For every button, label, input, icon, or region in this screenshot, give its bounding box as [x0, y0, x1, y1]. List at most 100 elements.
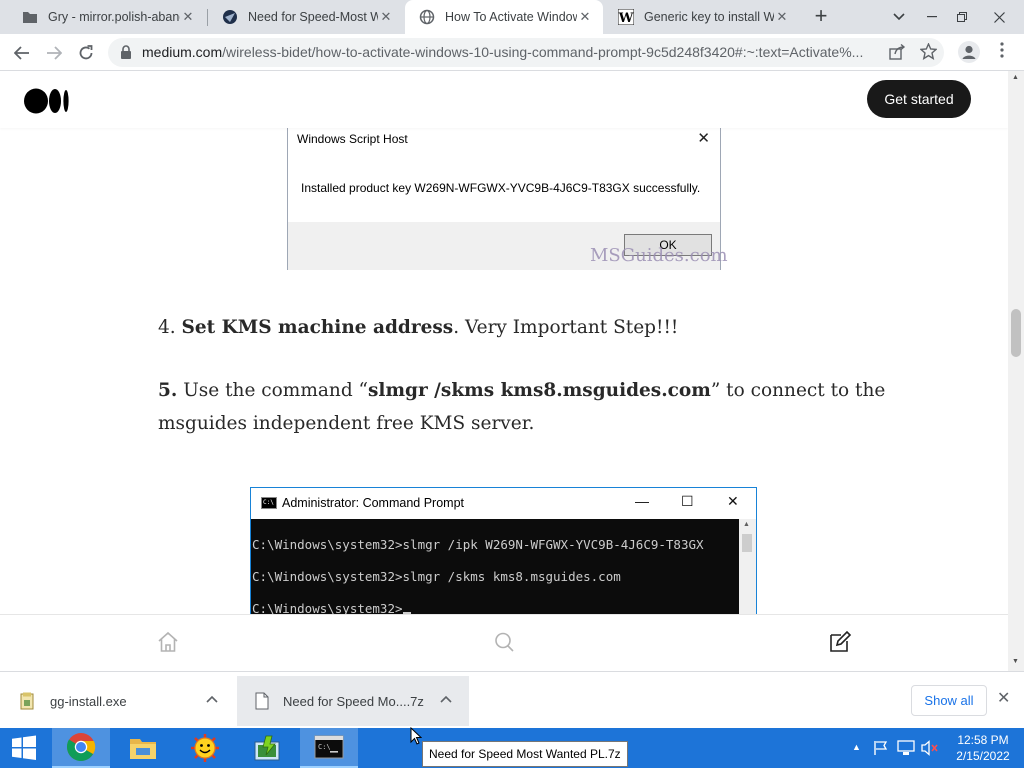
tab-label: How To Activate Window — [445, 10, 577, 24]
download-item-gg-install[interactable]: gg-install.exe — [0, 676, 234, 726]
volume-muted-icon[interactable] — [921, 740, 939, 759]
step-5-command: slmgr /skms kms8.msguides.com — [368, 380, 711, 401]
clock-date: 2/15/2022 — [956, 749, 1010, 763]
taskbar-tooltip: Need for Speed Most Wanted PL.7z — [422, 741, 628, 767]
svg-text:W: W — [618, 11, 634, 25]
download-item-need-for-speed[interactable]: Need for Speed Mo....7z — [237, 676, 469, 726]
cmd-title-text: Administrator: Command Prompt — [282, 496, 465, 510]
cmd-app-icon: C:\ — [261, 497, 277, 509]
dialog-message: Installed product key W269N-WFGWX-YVC9B-… — [301, 181, 701, 195]
url-text[interactable]: medium.com/wireless-bidet/how-to-activat… — [142, 44, 882, 60]
lock-icon[interactable] — [120, 45, 132, 59]
tab-search-chevron-icon[interactable] — [886, 0, 912, 34]
medium-header: Get started — [0, 71, 1008, 128]
tab-close-icon[interactable]: ✕ — [378, 9, 394, 25]
page-scrollbar[interactable]: ▲ ▼ — [1008, 71, 1024, 671]
bookmark-star-icon[interactable] — [919, 42, 938, 65]
cmd-scroll-thumb — [742, 534, 752, 552]
installer-icon — [254, 735, 280, 761]
cmd-maximize-icon: ☐ — [681, 493, 694, 509]
search-icon[interactable] — [492, 630, 516, 654]
svg-text:C:\: C:\ — [318, 743, 331, 751]
taskbar-chrome[interactable] — [52, 728, 110, 768]
tab-label: Gry - mirror.polish-aband — [48, 10, 180, 24]
tray-overflow-chevron-icon[interactable]: ▲ — [852, 742, 861, 752]
web-page: Get started Windows Script Host ✕ Instal… — [0, 71, 1008, 671]
step-4-number: 4. — [158, 317, 182, 338]
download-options-chevron-icon[interactable] — [206, 692, 218, 706]
cmd-minimize-icon: — — [635, 493, 649, 509]
command-prompt-icon: C:\ — [314, 735, 344, 759]
clock-time: 12:58 PM — [957, 733, 1009, 747]
tab-gry-mirror[interactable]: Gry - mirror.polish-aband ✕ — [8, 0, 206, 34]
smiley-sun-icon — [191, 734, 219, 762]
reload-icon[interactable] — [73, 40, 99, 66]
scroll-down-icon[interactable]: ▼ — [1012, 658, 1019, 665]
dialog-footer: OK MSGuides.com — [288, 222, 728, 270]
step-4-paragraph: 4. Set KMS machine address. Very Importa… — [158, 311, 678, 344]
tab-close-icon[interactable]: ✕ — [180, 9, 196, 25]
dialog-close-icon: ✕ — [697, 130, 710, 147]
forward-arrow-icon[interactable] — [41, 40, 67, 66]
globe-icon — [419, 9, 435, 25]
minimize-icon[interactable] — [916, 0, 948, 34]
cmd-scroll-up-icon: ▲ — [743, 521, 750, 528]
tab-close-icon[interactable]: ✕ — [577, 9, 593, 25]
url-path: /wireless-bidet/how-to-activate-windows-… — [222, 44, 864, 60]
screen: Gry - mirror.polish-aband ✕ Need for Spe… — [0, 0, 1024, 768]
download-options-chevron-icon[interactable] — [440, 692, 452, 706]
step-4-bold: Set KMS machine address — [181, 317, 454, 338]
restore-icon[interactable] — [948, 0, 976, 34]
mouse-cursor-icon — [410, 727, 422, 745]
msguides-watermark: MSGuides.com — [590, 245, 728, 266]
taskbar-command-prompt[interactable]: C:\ — [300, 728, 358, 768]
folder-icon — [22, 9, 38, 25]
tab-strip: Gry - mirror.polish-aband ✕ Need for Spe… — [0, 0, 1024, 34]
dialog-title: Windows Script Host — [297, 132, 408, 146]
action-center-flag-icon[interactable] — [873, 740, 889, 759]
taskbar-installer[interactable] — [238, 728, 296, 768]
file-icon — [255, 692, 269, 710]
chrome-menu-icon[interactable] — [996, 42, 1008, 62]
cmd-close-icon: ✕ — [727, 493, 739, 509]
browser-toolbar: medium.com/wireless-bidet/how-to-activat… — [0, 34, 1024, 71]
get-started-button[interactable]: Get started — [867, 80, 971, 118]
tab-label: Need for Speed-Most Wa — [248, 10, 378, 24]
profile-avatar-icon[interactable] — [958, 41, 980, 68]
cmd-titlebar: C:\ Administrator: Command Prompt — ☐ ✕ — [251, 488, 756, 519]
step-4-rest: . Very Important Step!!! — [453, 317, 679, 338]
window-close-icon[interactable] — [976, 0, 1022, 34]
new-tab-button[interactable]: + — [808, 5, 834, 29]
share-icon[interactable] — [889, 43, 906, 65]
taskbar-file-explorer[interactable] — [114, 728, 172, 768]
scroll-thumb[interactable] — [1011, 309, 1021, 357]
tab-need-for-speed[interactable]: Need for Speed-Most Wa ✕ — [208, 0, 404, 34]
back-arrow-icon[interactable] — [9, 40, 35, 66]
scroll-up-icon[interactable]: ▲ — [1012, 74, 1019, 81]
medium-logo-icon[interactable] — [24, 88, 70, 114]
chrome-icon — [66, 733, 96, 761]
taskbar-smiley-app[interactable] — [176, 728, 234, 768]
tab-how-to-activate[interactable]: How To Activate Window ✕ — [405, 0, 603, 34]
taskbar-clock[interactable]: 12:58 PM 2/15/2022 — [948, 732, 1018, 764]
home-icon[interactable] — [156, 630, 180, 654]
step-5-line-2: msguides independent free KMS server. — [158, 413, 535, 434]
step-5-post: ” to connect to the — [710, 380, 886, 401]
windows-logo-icon — [12, 735, 36, 760]
download-shelf: gg-install.exe Need for Speed Mo....7z S… — [0, 671, 1024, 728]
tab-close-icon[interactable]: ✕ — [774, 9, 790, 25]
tab-label: Generic key to install Wi — [644, 10, 774, 24]
network-icon[interactable] — [897, 740, 915, 759]
download-shelf-close-icon[interactable]: ✕ — [997, 688, 1010, 708]
file-explorer-icon — [130, 739, 156, 759]
write-icon[interactable] — [828, 630, 852, 654]
windows-script-host-image: Windows Script Host ✕ Installed product … — [287, 121, 728, 270]
tab-generic-key[interactable]: W Generic key to install Wi ✕ — [604, 0, 800, 34]
show-all-button[interactable]: Show all — [911, 685, 987, 716]
step-5-paragraph: 5. Use the command “slmgr /skms kms8.msg… — [158, 374, 885, 440]
download-filename: gg-install.exe — [50, 693, 127, 709]
start-button[interactable] — [0, 728, 48, 768]
address-bar[interactable]: medium.com/wireless-bidet/how-to-activat… — [108, 38, 944, 67]
nfs-icon — [222, 9, 238, 25]
installer-file-icon — [20, 692, 34, 710]
